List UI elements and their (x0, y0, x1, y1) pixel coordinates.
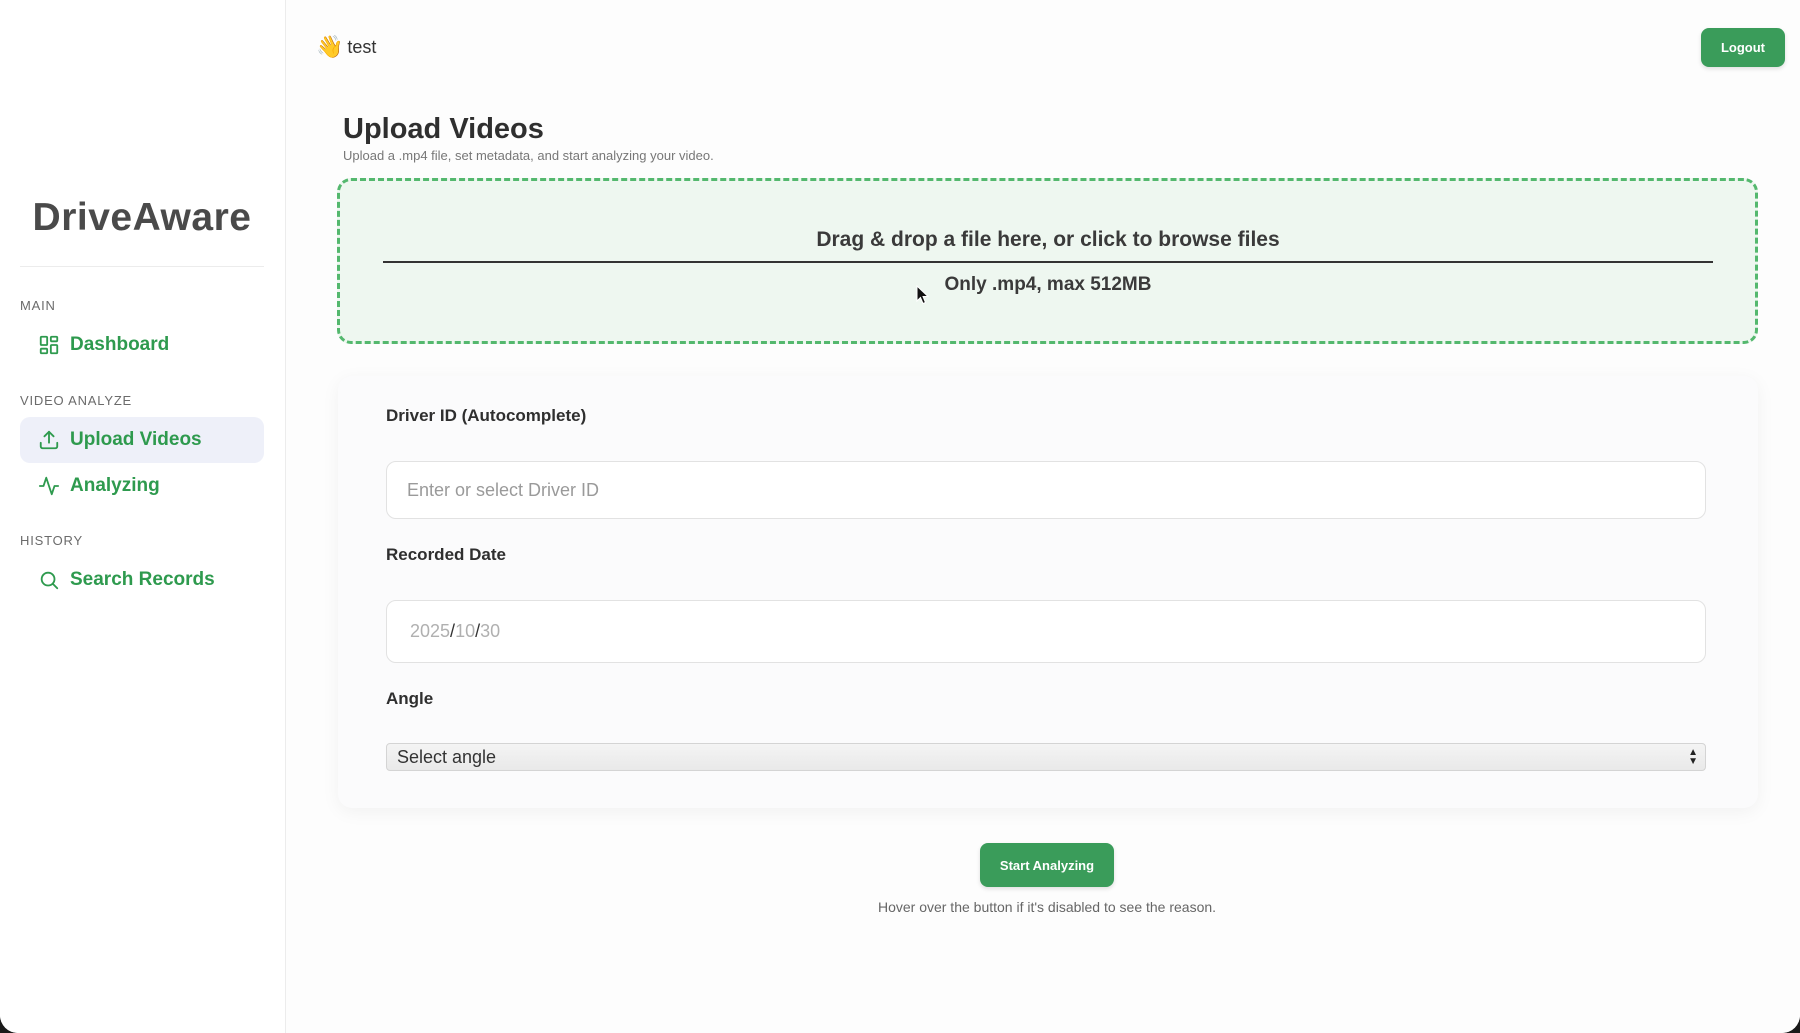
page-subtitle: Upload a .mp4 file, set metadata, and st… (343, 148, 714, 163)
recorded-date-input[interactable]: 2025/10/30 (386, 600, 1706, 663)
page-title: Upload Videos (343, 113, 544, 145)
date-year: 2025 (410, 621, 451, 641)
dashboard-grid-icon (37, 333, 61, 357)
date-month: 10 (455, 621, 476, 641)
file-dropzone[interactable]: Drag & drop a file here, or click to bro… (337, 178, 1758, 344)
section-title-main: MAIN (20, 298, 56, 313)
sidebar-item-analyzing[interactable]: Analyzing (20, 463, 264, 509)
user-greeting: 👋 test (316, 34, 376, 60)
brand-divider (20, 266, 264, 267)
start-analyzing-button[interactable]: Start Analyzing (980, 843, 1114, 887)
sidebar-item-label: Analyzing (70, 475, 160, 496)
logout-button[interactable]: Logout (1701, 28, 1785, 67)
sidebar-item-upload-videos[interactable]: Upload Videos (20, 417, 264, 463)
angle-select[interactable]: Select angle ▲ ▼ (386, 743, 1706, 771)
date-day: 30 (480, 621, 501, 641)
disabled-hint-text: Hover over the button if it's disabled t… (877, 899, 1217, 915)
sidebar: DriveAware MAIN Dashboard VIDEO ANALYZE … (0, 0, 286, 1033)
waving-hand-icon: 👋 (316, 34, 344, 59)
angle-label: Angle (386, 689, 434, 708)
username: test (347, 36, 377, 57)
dropzone-divider (383, 261, 1713, 263)
select-arrows-icon: ▲ ▼ (1688, 747, 1698, 767)
metadata-form: Driver ID (Autocomplete) Recorded Date 2… (338, 376, 1758, 808)
sidebar-item-dashboard[interactable]: Dashboard (20, 322, 264, 368)
app-window: DriveAware MAIN Dashboard VIDEO ANALYZE … (0, 0, 1800, 1033)
search-icon (37, 568, 61, 592)
dropzone-file-hint: Only .mp4, max 512MB (944, 274, 1152, 295)
upload-icon (37, 428, 61, 452)
activity-icon (37, 474, 61, 498)
recorded-date-label: Recorded Date (386, 545, 506, 564)
sidebar-item-label: Upload Videos (70, 429, 202, 450)
driver-id-label: Driver ID (Autocomplete) (386, 406, 587, 425)
main-content: 👋 test Logout Upload Videos Upload a .mp… (286, 0, 1800, 1033)
sidebar-item-label: Dashboard (70, 334, 170, 355)
driver-id-input[interactable] (386, 461, 1706, 519)
section-title-video-analyze: VIDEO ANALYZE (20, 393, 133, 408)
sidebar-item-search-records[interactable]: Search Records (20, 557, 264, 603)
section-title-history: HISTORY (20, 533, 83, 548)
brand-logo: DriveAware (32, 196, 252, 239)
dropzone-instruction: Drag & drop a file here, or click to bro… (816, 228, 1280, 251)
sidebar-item-label: Search Records (70, 569, 215, 590)
angle-selected-value: Select angle (397, 746, 497, 767)
mouse-cursor-icon (916, 285, 930, 305)
